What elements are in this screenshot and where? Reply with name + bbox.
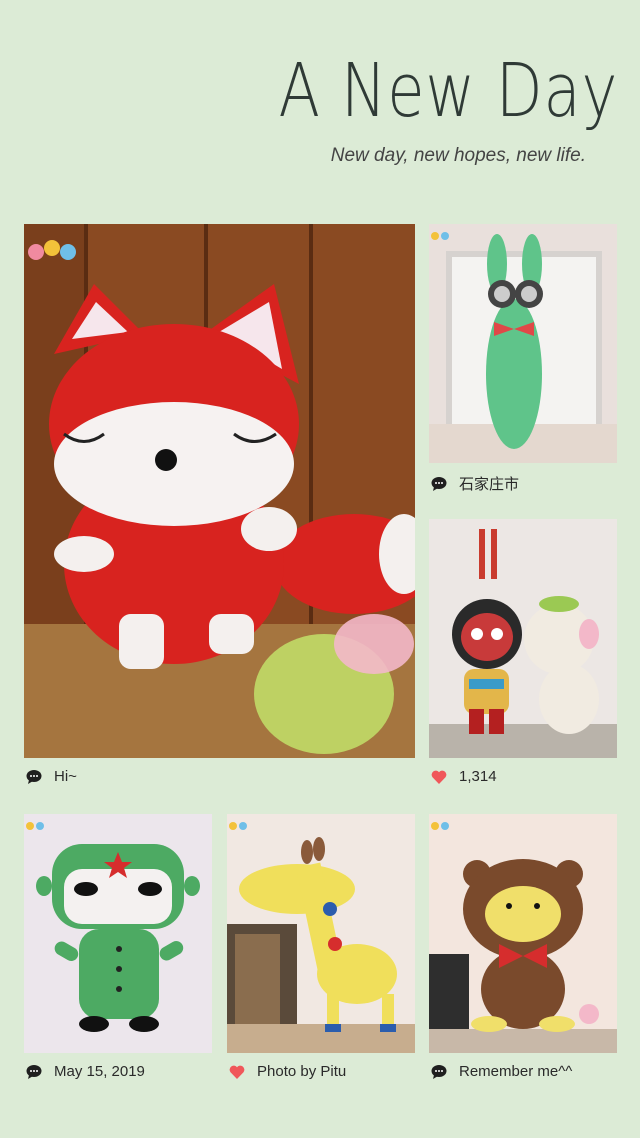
heart-icon[interactable]	[229, 1064, 245, 1080]
caption-text: Photo by Pitu	[257, 1063, 347, 1080]
caption-text: May 15, 2019	[54, 1063, 145, 1080]
comment-icon[interactable]	[431, 1064, 447, 1080]
page-title: A New Day	[278, 48, 618, 134]
comment-icon[interactable]	[26, 769, 42, 785]
caption-text: 1,314	[459, 768, 497, 785]
photo-giraffe[interactable]	[227, 814, 415, 1053]
page-subtitle: New day, new hopes, new life.	[330, 145, 586, 166]
comment-icon[interactable]	[431, 476, 447, 492]
photo-monkeys[interactable]	[429, 519, 617, 758]
caption-fox: Hi~	[26, 768, 77, 785]
caption-text: Hi~	[54, 768, 77, 785]
caption-brown-bear: Remember me^^	[431, 1063, 572, 1080]
caption-text: 石家庄市	[459, 476, 520, 493]
photo-brown-bear[interactable]	[429, 814, 617, 1053]
caption-text: Remember me^^	[459, 1063, 573, 1080]
photo-fox[interactable]	[24, 224, 415, 758]
photo-green-soldier[interactable]	[24, 814, 212, 1053]
comment-icon[interactable]	[26, 1064, 42, 1080]
caption-monkeys: 1,314	[431, 768, 497, 785]
caption-green-soldier: May 15, 2019	[26, 1063, 145, 1080]
caption-green-bunny: 石家庄市	[431, 473, 519, 494]
heart-icon[interactable]	[431, 769, 447, 785]
caption-giraffe: Photo by Pitu	[229, 1063, 346, 1080]
photo-green-bunny[interactable]	[429, 224, 617, 463]
